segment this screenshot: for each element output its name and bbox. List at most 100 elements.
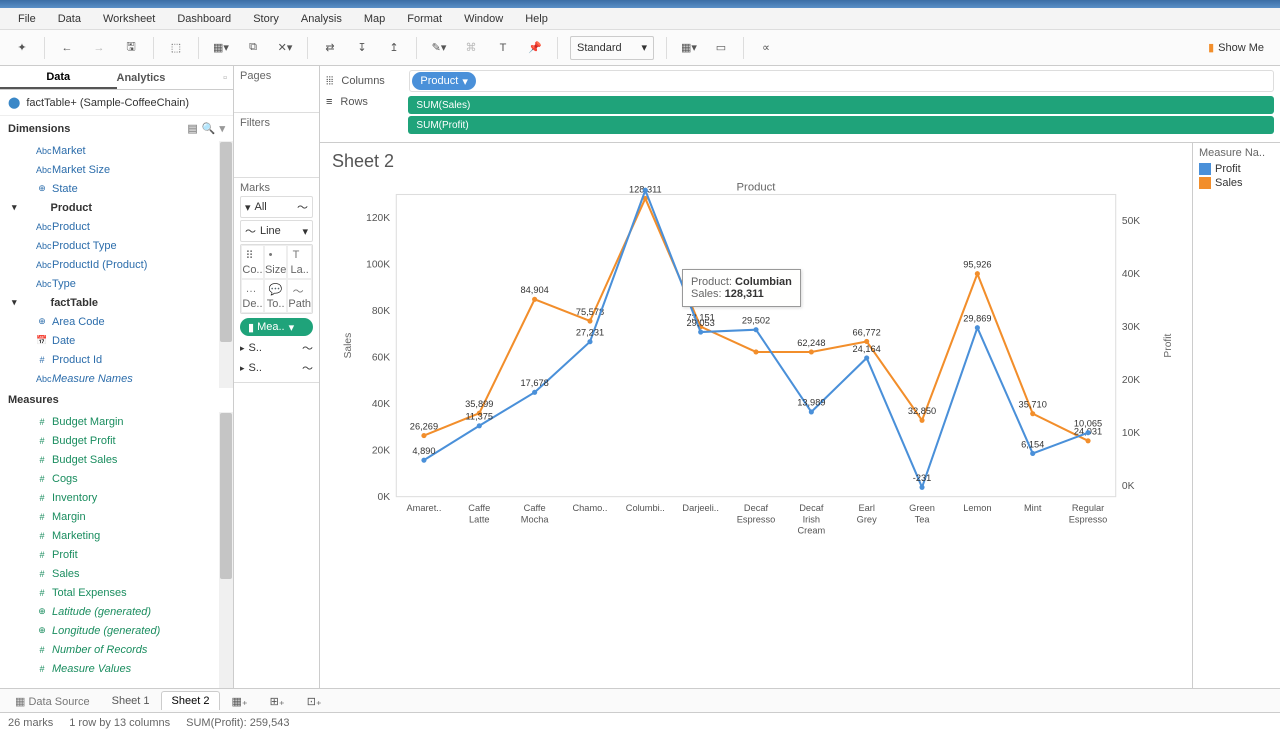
clear-icon[interactable]: ✕▾ [271,34,299,62]
marks-sum-profit[interactable]: ▸S..〜 [240,358,313,378]
field-margin[interactable]: #Margin [0,507,233,526]
field-longitude-generated-[interactable]: ⊕Longitude (generated) [0,621,233,640]
save-icon[interactable]: 🖫 [117,34,145,62]
svg-text:Chamo..: Chamo.. [572,503,607,513]
menu-data[interactable]: Data [48,10,91,28]
field-product[interactable]: Product [0,198,233,217]
menu-file[interactable]: File [8,10,46,28]
filters-shelf[interactable]: Filters [240,117,313,129]
field-market-size[interactable]: AbcMarket Size [0,160,233,179]
mark-size[interactable]: •Size [264,245,287,279]
menu-dashboard[interactable]: Dashboard [167,10,241,28]
view-as-icon[interactable]: ▤ [187,122,197,135]
chevron-down-icon: ▾ [641,41,647,54]
new-story-icon[interactable]: ⊡₊ [296,691,333,711]
new-worksheet-icon[interactable]: ▦▾ [207,34,235,62]
field-type[interactable]: AbcType [0,274,233,293]
tab-analytics[interactable]: Analytics▫ [117,66,234,89]
field-facttable[interactable]: factTable [0,293,233,312]
sort-desc-icon[interactable]: ↥ [380,34,408,62]
fit-dropdown[interactable]: Standard▾ [570,36,654,60]
field-date[interactable]: 📅Date [0,331,233,350]
mark-type-dropdown[interactable]: 〜Line▾ [240,220,313,242]
rows-shelf[interactable]: SUM(Sales) SUM(Profit) [408,96,1274,134]
field-inventory[interactable]: #Inventory [0,488,233,507]
pin-icon[interactable]: 📌 [521,34,549,62]
svg-text:84,904: 84,904 [520,285,548,295]
svg-text:Espresso: Espresso [737,514,776,524]
menu-analysis[interactable]: Analysis [291,10,352,28]
pages-shelf[interactable]: Pages [240,70,313,82]
sum-sales-pill[interactable]: SUM(Sales) [408,96,1274,114]
menu-worksheet[interactable]: Worksheet [93,10,165,28]
field-area-code[interactable]: ⊕Area Code [0,312,233,331]
columns-shelf[interactable]: Product▾ [409,70,1274,92]
menu-bar[interactable]: FileDataWorksheetDashboardStoryAnalysisM… [0,8,1280,30]
field-latitude-generated-[interactable]: ⊕Latitude (generated) [0,602,233,621]
mark-path[interactable]: 〜Path [287,279,312,313]
new-worksheet-icon[interactable]: ▦₊ [220,691,258,711]
legend-profit[interactable]: Profit [1199,163,1274,175]
back-icon[interactable]: ← [53,34,81,62]
line-icon: 〜 [245,223,256,239]
legend-sales[interactable]: Sales [1199,177,1274,189]
tableau-logo-icon[interactable]: ✦ [8,34,36,62]
field-product-type[interactable]: AbcProduct Type [0,236,233,255]
search-icon[interactable]: 🔍 [202,122,216,135]
menu-icon[interactable]: ▾ [219,122,225,135]
new-dashboard-icon[interactable]: ⊞₊ [259,691,296,711]
sum-profit-pill[interactable]: SUM(Profit) [408,116,1274,134]
field-number-of-records[interactable]: #Number of Records [0,640,233,659]
show-me-button[interactable]: ▮Show Me [1200,37,1272,58]
tab-datasource[interactable]: ▦ Data Source [4,691,101,711]
svg-text:62,248: 62,248 [797,338,825,348]
presentation-icon[interactable]: ▭ [707,34,735,62]
product-pill[interactable]: Product▾ [412,72,475,90]
field-sales[interactable]: #Sales [0,564,233,583]
field-product-id[interactable]: #Product Id [0,350,233,369]
visualization[interactable]: Sheet 2 0K20K40K60K80K100K120K0K10K20K30… [320,143,1192,688]
marks-sum-sales[interactable]: ▸S..〜 [240,338,313,358]
field-budget-profit[interactable]: #Budget Profit [0,431,233,450]
menu-help[interactable]: Help [515,10,558,28]
new-datasource-icon[interactable]: ⬚ [162,34,190,62]
field-total-expenses[interactable]: #Total Expenses [0,583,233,602]
highlight-icon[interactable]: ✎▾ [425,34,453,62]
menu-story[interactable]: Story [243,10,289,28]
sort-asc-icon[interactable]: ↧ [348,34,376,62]
toolbar: ✦ ← → 🖫 ⬚ ▦▾ ⧉ ✕▾ ⇄ ↧ ↥ ✎▾ ⌘ T 📌 Standar… [0,30,1280,66]
datasource-row[interactable]: ⬤ factTable+ (Sample-CoffeeChain) [0,90,233,116]
field-cogs[interactable]: #Cogs [0,469,233,488]
tab-sheet1[interactable]: Sheet 1 [101,691,161,710]
duplicate-icon[interactable]: ⧉ [239,34,267,62]
share-icon[interactable]: ∝ [752,34,780,62]
mark-la..[interactable]: TLa.. [287,245,312,279]
menu-window[interactable]: Window [454,10,513,28]
menu-format[interactable]: Format [397,10,452,28]
sheet-title[interactable]: Sheet 2 [332,151,1180,172]
field-marketing[interactable]: #Marketing [0,526,233,545]
labels-icon[interactable]: T [489,34,517,62]
field-budget-margin[interactable]: #Budget Margin [0,412,233,431]
view-cards-icon[interactable]: ▦▾ [675,34,703,62]
mark-co..[interactable]: ⠿Co.. [241,245,264,279]
tab-sheet2[interactable]: Sheet 2 [161,691,221,710]
forward-icon[interactable]: → [85,34,113,62]
field-budget-sales[interactable]: #Budget Sales [0,450,233,469]
field-product[interactable]: AbcProduct [0,217,233,236]
marks-all-row[interactable]: ▾All〜 [240,196,313,218]
menu-map[interactable]: Map [354,10,395,28]
tab-data[interactable]: Data [0,66,117,89]
field-market[interactable]: AbcMarket [0,141,233,160]
field-state[interactable]: ⊕State [0,179,233,198]
svg-text:11,375: 11,375 [465,412,493,422]
mark-to..[interactable]: 💬To.. [264,279,287,313]
mark-de..[interactable]: …De.. [241,279,264,313]
field-measure-values[interactable]: #Measure Values [0,659,233,678]
field-profit[interactable]: #Profit [0,545,233,564]
field-productid-product-[interactable]: AbcProductId (Product) [0,255,233,274]
group-icon[interactable]: ⌘ [457,34,485,62]
swap-icon[interactable]: ⇄ [316,34,344,62]
field-measure-names[interactable]: AbcMeasure Names [0,369,233,388]
measure-names-pill[interactable]: ▮Mea..▾ [240,318,313,336]
